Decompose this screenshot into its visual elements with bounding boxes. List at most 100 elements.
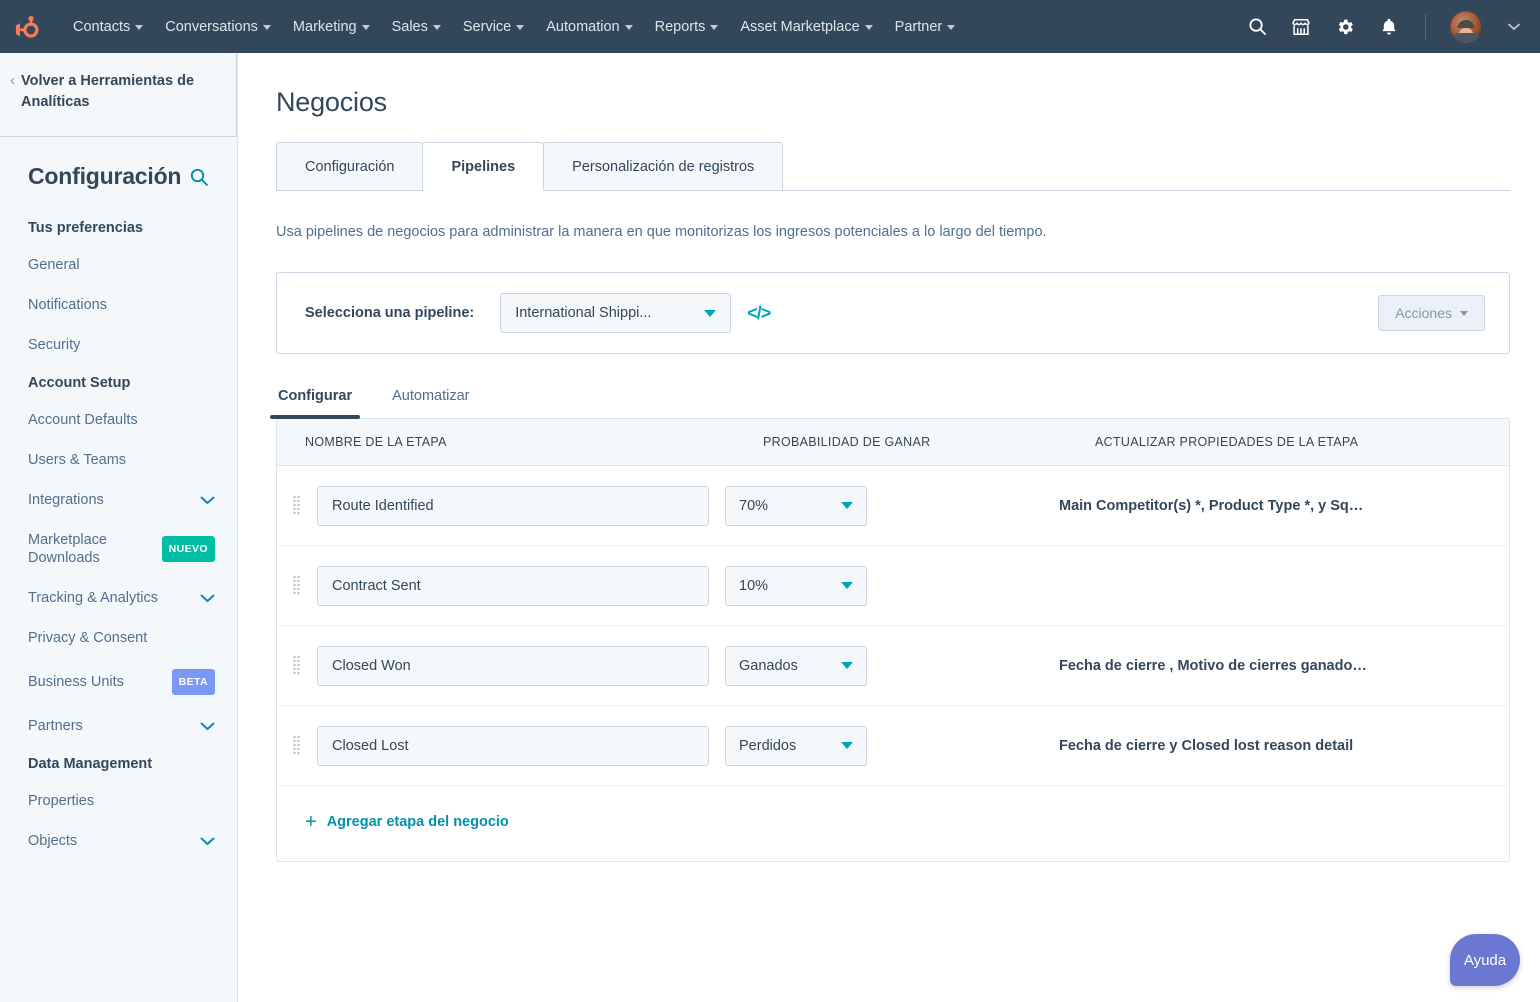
sidebar-heading-account-setup: Account Setup bbox=[28, 375, 131, 391]
tab-personalizacion-de-registros[interactable]: Personalización de registros bbox=[543, 142, 784, 191]
sidebar-item-label: Account Defaults bbox=[28, 412, 138, 428]
nav-item-conversations[interactable]: Conversations bbox=[154, 11, 282, 43]
back-to-analytics-tools-link[interactable]: ‹ Volver a Herramientas de Analíticas bbox=[0, 53, 237, 137]
sidebar-item-label: Partners bbox=[28, 718, 83, 734]
tab-label: Personalización de registros bbox=[572, 159, 755, 175]
tab-pipelines[interactable]: Pipelines bbox=[422, 142, 545, 191]
sidebar-item-label: Notifications bbox=[28, 297, 107, 313]
page-title: Negocios bbox=[276, 87, 387, 117]
chevron-down-icon bbox=[516, 25, 525, 30]
stage-properties-text[interactable]: Fecha de cierre , Motivo de cierres gana… bbox=[1041, 658, 1509, 674]
nav-item-automation[interactable]: Automation bbox=[535, 11, 643, 43]
drag-handle-icon[interactable] bbox=[289, 655, 303, 677]
sidebar-item-account-defaults[interactable]: Account Defaults bbox=[0, 400, 237, 440]
chevron-down-icon bbox=[624, 25, 633, 30]
chevron-down-icon bbox=[200, 722, 215, 731]
sidebar-item-label: Security bbox=[28, 337, 81, 353]
chevron-down-icon bbox=[841, 582, 853, 589]
status-badge-beta: BETA bbox=[171, 669, 215, 695]
sidebar-item-label: Integrations bbox=[28, 492, 104, 508]
drag-handle-icon[interactable] bbox=[289, 495, 303, 517]
sidebar-item-general[interactable]: General bbox=[0, 245, 237, 285]
settings-header: Configuración bbox=[0, 137, 237, 210]
win-probability-select[interactable]: Perdidos bbox=[725, 725, 867, 766]
stage-name-input[interactable]: Contract Sent bbox=[317, 565, 709, 606]
nav-item-asset-marketplace[interactable]: Asset Marketplace bbox=[729, 11, 883, 43]
stage-name-input[interactable]: Closed Won bbox=[317, 645, 709, 686]
subtab-configurar[interactable]: Configurar bbox=[269, 384, 361, 419]
sidebar-item-tracking-analytics[interactable]: Tracking & Analytics bbox=[0, 578, 237, 618]
sidebar-item-partners[interactable]: Partners bbox=[0, 706, 237, 746]
win-probability-select[interactable]: Ganados bbox=[725, 645, 867, 686]
page-body: ‹ Volver a Herramientas de Analíticas Co… bbox=[0, 53, 1540, 1002]
sidebar-item-security[interactable]: Security bbox=[0, 325, 237, 365]
nav-item-partner[interactable]: Partner bbox=[884, 11, 967, 43]
nav-label: Conversations bbox=[165, 18, 258, 35]
nav-item-sales[interactable]: Sales bbox=[381, 11, 452, 43]
add-deal-stage-button[interactable]: + Agregar etapa del negocio bbox=[305, 812, 509, 832]
pipeline-select[interactable]: International Shippi... bbox=[500, 293, 732, 333]
status-badge-nuevo: NUEVO bbox=[161, 536, 215, 562]
add-stage-label: Agregar etapa del negocio bbox=[326, 814, 509, 830]
sidebar-item-privacy-consent[interactable]: Privacy & Consent bbox=[0, 618, 237, 658]
column-header-win-probability: PROBABILIDAD DE GANAR bbox=[763, 435, 931, 449]
chevron-down-icon bbox=[1460, 310, 1468, 316]
nav-label: Contacts bbox=[73, 18, 131, 35]
nav-divider bbox=[1425, 13, 1426, 40]
sidebar-item-properties[interactable]: Properties bbox=[0, 781, 237, 821]
win-probability-select[interactable]: 10% bbox=[725, 565, 867, 606]
avatar[interactable] bbox=[1450, 10, 1482, 43]
search-icon[interactable] bbox=[1245, 15, 1269, 39]
nav-item-marketing[interactable]: Marketing bbox=[282, 11, 381, 43]
sidebar-item-label: Properties bbox=[28, 793, 95, 809]
acciones-button[interactable]: Acciones bbox=[1378, 295, 1485, 331]
nav-label: Reports bbox=[654, 18, 706, 35]
gear-icon[interactable] bbox=[1333, 15, 1357, 39]
drag-handle-icon[interactable] bbox=[289, 575, 303, 597]
win-probability-value: 10% bbox=[739, 577, 769, 594]
chevron-down-icon bbox=[841, 662, 853, 669]
chevron-left-icon: ‹ bbox=[10, 72, 15, 89]
add-stage-row: + Agregar etapa del negocio bbox=[277, 786, 1509, 861]
sidebar-item-marketplace-downloads[interactable]: Marketplace Downloads NUEVO bbox=[0, 520, 237, 578]
chevron-down-icon bbox=[947, 25, 956, 30]
search-icon[interactable] bbox=[189, 167, 209, 187]
win-probability-value: Ganados bbox=[739, 657, 798, 674]
nav-item-contacts[interactable]: Contacts bbox=[62, 11, 154, 43]
sidebar-item-business-units[interactable]: Business Units BETA bbox=[0, 658, 237, 706]
avatar-body bbox=[1451, 32, 1481, 43]
main-inner: Negocios Configuración Pipelines Persona… bbox=[238, 53, 1540, 862]
stage-properties-text[interactable]: Main Competitor(s) *, Product Type *, y … bbox=[1041, 498, 1509, 514]
nav-label: Asset Marketplace bbox=[740, 18, 860, 35]
chevron-down-icon bbox=[200, 837, 215, 846]
chevron-down-icon bbox=[200, 496, 215, 505]
sidebar-item-integrations[interactable]: Integrations bbox=[0, 480, 237, 520]
stage-properties-text[interactable]: Fecha de cierre y Closed lost reason det… bbox=[1041, 738, 1509, 754]
subtab-label: Automatizar bbox=[392, 388, 470, 404]
stage-name-input[interactable]: Route Identified bbox=[317, 485, 709, 526]
chevron-down-icon bbox=[841, 742, 853, 749]
sidebar-item-users-teams[interactable]: Users & Teams bbox=[0, 440, 237, 480]
hubspot-sprocket-logo[interactable] bbox=[8, 9, 44, 45]
win-probability-select[interactable]: 70% bbox=[725, 485, 867, 526]
help-button[interactable]: Ayuda bbox=[1450, 934, 1520, 986]
probability-cell: Perdidos bbox=[709, 725, 1041, 766]
probability-cell: 10% bbox=[709, 565, 1041, 606]
drag-handle-icon[interactable] bbox=[289, 735, 303, 757]
nav-item-service[interactable]: Service bbox=[452, 11, 535, 43]
subtab-automatizar[interactable]: Automatizar bbox=[390, 384, 471, 418]
account-chevron-down-icon[interactable] bbox=[1502, 15, 1526, 39]
settings-tabs: Configuración Pipelines Personalización … bbox=[276, 142, 1510, 191]
sidebar-item-label: Privacy & Consent bbox=[28, 630, 148, 646]
column-header-stage-properties: ACTUALIZAR PROPIEDADES DE LA ETAPA bbox=[1095, 435, 1359, 449]
sidebar-item-objects[interactable]: Objects bbox=[0, 821, 237, 861]
top-navigation-bar: Contacts Conversations Marketing Sales S… bbox=[0, 0, 1540, 53]
sidebar-item-label: General bbox=[28, 257, 80, 273]
code-snippet-icon[interactable]: </> bbox=[747, 303, 771, 324]
stage-name-input[interactable]: Closed Lost bbox=[317, 725, 709, 766]
notifications-bell-icon[interactable] bbox=[1377, 15, 1401, 39]
tab-configuracion[interactable]: Configuración bbox=[276, 142, 424, 191]
sidebar-item-notifications[interactable]: Notifications bbox=[0, 285, 237, 325]
nav-item-reports[interactable]: Reports bbox=[644, 11, 730, 43]
marketplace-icon[interactable] bbox=[1289, 15, 1313, 39]
